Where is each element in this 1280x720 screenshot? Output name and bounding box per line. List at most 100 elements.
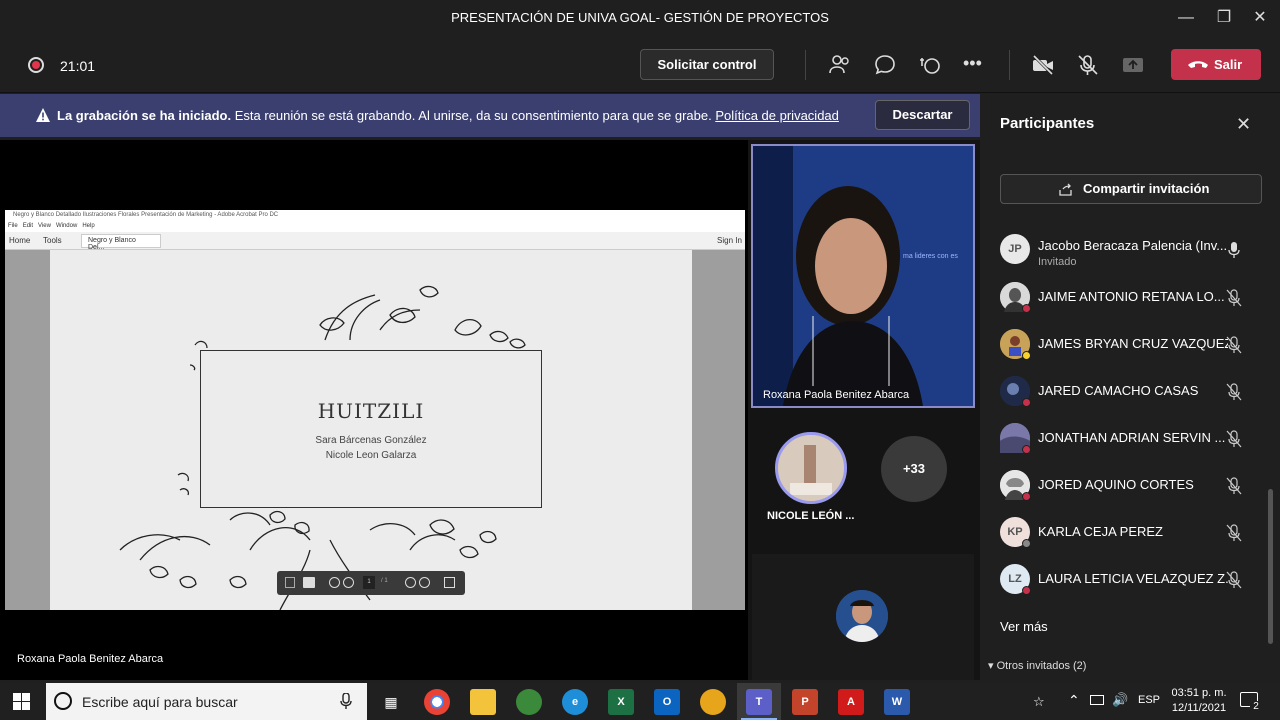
maximize-icon[interactable]: ❐ [1214,8,1234,28]
zoom-out-icon[interactable] [405,577,416,588]
notification-count: 2 [1250,701,1262,713]
see-more-link[interactable]: Ver más [1000,619,1048,634]
chrome-icon[interactable] [424,689,450,715]
more-participants-badge[interactable]: +33 [881,436,947,502]
page-up-icon[interactable] [329,577,340,588]
status-busy-icon [1022,586,1031,595]
powerpoint-icon[interactable]: P [792,689,818,715]
camera-off-icon[interactable] [1031,54,1055,76]
minimize-icon[interactable]: — [1176,8,1196,28]
presentation-slide: HUITZILI Sara Bárcenas González Nicole L… [50,250,692,610]
chevron-down-icon: ▾ [988,660,994,672]
people-icon[interactable]: ☆ [1033,694,1045,710]
save-icon[interactable] [285,577,295,588]
status-busy-icon [1022,492,1031,501]
game-app-icon[interactable] [516,689,542,715]
participants-icon[interactable] [828,54,852,76]
clock-time: 03:51 p. m. [1171,687,1227,699]
excel-icon[interactable]: X [608,689,634,715]
toolbar-divider [805,50,806,80]
chat-icon[interactable] [873,54,897,76]
close-window-icon[interactable]: ✕ [1250,8,1270,28]
main-video-tile[interactable]: ma lideres con es Roxana Paola Benitez A… [751,144,975,408]
windows-taskbar: Escribe aquí para buscar ▦ e X O T P A W… [0,683,1280,720]
more-options-icon[interactable]: ••• [963,54,987,76]
participant-photo [778,435,844,501]
participant-name: JONATHAN ADRIAN SERVIN ... [1038,430,1226,445]
volume-icon[interactable]: 🔊 [1112,692,1128,708]
leave-button[interactable]: Salir [1171,49,1261,80]
privacy-policy-link[interactable]: Política de privacidad [715,108,839,123]
participant-row[interactable]: JAIME ANTONIO RETANA LO... [1000,278,1262,318]
participant-name: LAURA LETICIA VELAZQUEZ Z... [1038,571,1228,586]
mic-off-icon [1226,524,1242,542]
recording-banner-text: La grabación se ha iniciado. Esta reunió… [57,108,839,123]
tab-document[interactable]: Negro y Blanco Del... [81,234,161,251]
task-view-icon[interactable]: ▦ [378,689,404,715]
participants-panel: Participantes ✕ Compartir invitación JP … [980,94,1280,680]
status-busy-icon [1022,445,1031,454]
recording-banner-bold: La grabación se ha iniciado. [57,108,232,123]
participant-row[interactable]: JARED CAMACHO CASAS [1000,372,1262,412]
menu-file[interactable]: File [8,223,18,229]
participant-row[interactable]: JP Jacobo Beracaza Palencia (Inv... Invi… [1000,230,1262,270]
page-number-field[interactable]: 1 [363,576,375,589]
taskbar-search-input[interactable]: Escribe aquí para buscar [46,683,367,720]
tab-tools[interactable]: Tools [43,236,62,245]
participant-row[interactable]: JONATHAN ADRIAN SERVIN ... [1000,419,1262,459]
status-busy-icon [1022,304,1031,313]
mic-off-icon[interactable] [1076,54,1100,76]
participant-name: KARLA CEJA PEREZ [1038,524,1163,539]
microphone-icon[interactable] [340,693,352,710]
edge-icon[interactable]: e [562,689,588,715]
acrobat-icon[interactable]: A [838,689,864,715]
menu-edit[interactable]: Edit [23,223,33,229]
menu-window[interactable]: Window [56,223,77,229]
page-down-icon[interactable] [343,577,354,588]
input-language[interactable]: ESP [1138,694,1160,706]
slide-title-box: HUITZILI Sara Bárcenas González Nicole L… [200,350,542,508]
sign-in-link[interactable]: Sign In [717,236,742,245]
acrobat-tabs: Home Tools Negro y Blanco Del... Sign In [5,232,745,251]
tab-home[interactable]: Home [9,236,30,245]
fit-page-icon[interactable] [444,577,455,588]
participant-name: Jacobo Beracaza Palencia (Inv... [1038,238,1228,253]
teams-icon[interactable]: T [746,689,772,715]
print-icon[interactable] [303,577,315,588]
taskbar-clock[interactable]: 03:51 p. m. 12/11/2021 [1168,686,1230,716]
participant-row[interactable]: JAMES BRYAN CRUZ VAZQUEZ [1000,325,1262,365]
close-icon[interactable]: ✕ [1236,114,1251,135]
recording-icon [28,57,44,73]
weather-icon[interactable] [700,689,726,715]
share-invite-button[interactable]: Compartir invitación [1000,174,1262,204]
presenter-name: Roxana Paola Benitez Abarca [17,653,164,665]
outlook-icon[interactable]: O [654,689,680,715]
search-icon [54,692,72,710]
menu-view[interactable]: View [38,223,51,229]
participant-row[interactable]: JORED AQUINO CORTES [1000,466,1262,506]
request-control-button[interactable]: Solicitar control [640,49,774,80]
self-view-avatar[interactable] [836,590,888,642]
participant-row[interactable]: KP KARLA CEJA PEREZ [1000,513,1262,553]
participant-row[interactable]: LZ LAURA LETICIA VELAZQUEZ Z... [1000,560,1262,600]
meeting-toolbar: 21:01 Solicitar control ••• Salir [0,36,1280,118]
word-icon[interactable]: W [884,689,910,715]
windows-start-icon[interactable] [13,693,30,710]
zoom-in-icon[interactable] [419,577,430,588]
network-icon[interactable] [1090,695,1104,705]
acrobat-right-pane [692,250,745,610]
reactions-icon[interactable] [918,54,942,76]
participant-name: JAIME ANTONIO RETANA LO... [1038,289,1225,304]
panel-scrollbar[interactable] [1268,489,1273,644]
share-screen-icon[interactable] [1121,54,1145,76]
recording-banner-message: Esta reunión se está grabando. Al unirse… [231,108,716,123]
mic-off-icon [1226,571,1242,589]
acrobat-menu: File Edit View Window Help [5,222,745,232]
menu-help[interactable]: Help [82,223,94,229]
file-explorer-icon[interactable] [470,689,496,715]
chevron-up-icon[interactable]: ⌃ [1068,692,1080,709]
other-invited-toggle[interactable]: ▾ Otros invitados (2) [988,659,1086,672]
participant-tile-avatar[interactable] [775,432,847,504]
meeting-timer: 21:01 [60,58,96,74]
dismiss-button[interactable]: Descartar [875,100,970,130]
